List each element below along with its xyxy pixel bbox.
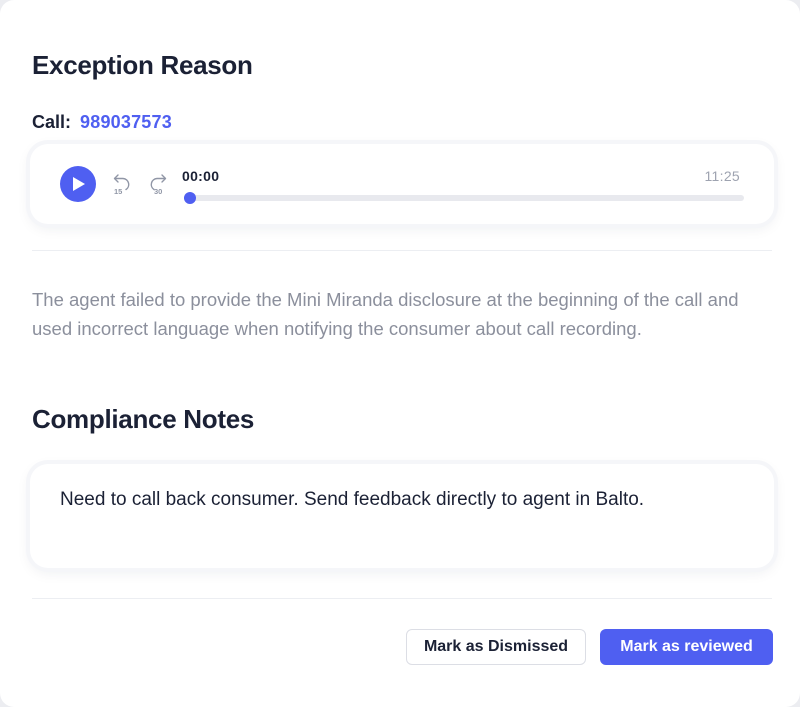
audio-player: 15 30 00:00 11:25 — [30, 144, 774, 224]
play-icon — [73, 177, 85, 191]
compliance-notes-title: Compliance Notes — [32, 404, 255, 434]
rewind-15-button[interactable]: 15 — [112, 172, 134, 196]
forward-30-icon: 30 — [150, 174, 167, 196]
call-label: Call: — [32, 112, 72, 132]
svg-text:15: 15 — [114, 187, 122, 196]
rewind-15-icon: 15 — [113, 174, 130, 196]
current-time: 00:00 — [182, 168, 220, 184]
playback-progress-bar[interactable] — [183, 192, 744, 204]
mark-reviewed-button[interactable]: Mark as reviewed — [600, 629, 773, 665]
playback-scrubber-handle[interactable] — [183, 192, 196, 204]
exception-review-card: Exception Reason Call: 989037573 15 30 0… — [0, 0, 800, 707]
mark-dismissed-button[interactable]: Mark as Dismissed — [406, 629, 586, 665]
total-duration: 11:25 — [704, 168, 740, 184]
footer-divider — [32, 598, 772, 599]
svg-text:30: 30 — [154, 187, 162, 196]
exception-reason-title: Exception Reason — [32, 50, 253, 80]
call-reference: Call: 989037573 — [32, 112, 172, 133]
compliance-notes-field[interactable]: Need to call back consumer. Send feedbac… — [30, 464, 774, 568]
section-divider — [32, 250, 772, 251]
exception-reason-text: The agent failed to provide the Mini Mir… — [32, 289, 739, 339]
forward-30-button[interactable]: 30 — [146, 172, 168, 196]
call-id-link[interactable]: 989037573 — [80, 112, 172, 132]
play-button[interactable] — [60, 166, 96, 202]
